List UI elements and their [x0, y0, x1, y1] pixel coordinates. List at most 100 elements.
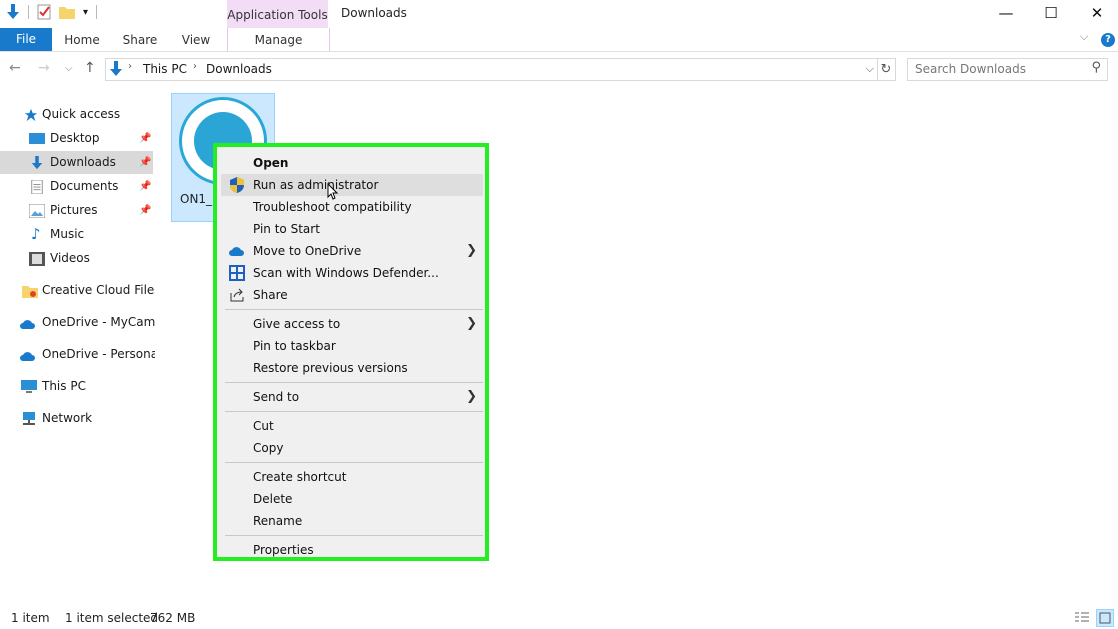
- tab-file[interactable]: File: [0, 28, 52, 51]
- sidebar-item-desktop[interactable]: Desktop 📌: [0, 127, 155, 150]
- large-icons-view-icon[interactable]: [1096, 609, 1114, 627]
- download-arrow-icon[interactable]: [6, 4, 20, 20]
- menu-item-pin-to-start[interactable]: Pin to Start: [221, 218, 483, 240]
- expand-ribbon-icon[interactable]: ⌵: [1080, 30, 1088, 44]
- up-arrow-icon[interactable]: ↑: [84, 60, 96, 76]
- menu-item-delete[interactable]: Delete: [221, 488, 483, 510]
- menu-item-troubleshoot[interactable]: Troubleshoot compatibility: [221, 196, 483, 218]
- defender-icon: [229, 265, 245, 281]
- desktop-icon: [29, 133, 45, 144]
- tab-home[interactable]: Home: [60, 28, 104, 51]
- menu-item-run-as-administrator[interactable]: Run as administrator: [221, 174, 483, 200]
- search-icon[interactable]: ⚲: [1091, 60, 1101, 75]
- menu-item-restore-versions[interactable]: Restore previous versions: [221, 357, 483, 379]
- menu-item-copy[interactable]: Copy: [221, 437, 483, 459]
- sidebar-item-music[interactable]: ♪ Music: [0, 223, 155, 246]
- recent-locations-icon[interactable]: ⌵: [65, 63, 73, 74]
- onedrive-icon: [20, 320, 35, 329]
- sidebar-item-network[interactable]: Network: [0, 407, 155, 430]
- sidebar-item-downloads[interactable]: Downloads 📌: [0, 151, 153, 174]
- selection-count: 1 item selected: [65, 611, 159, 625]
- window-title: Downloads: [341, 6, 407, 20]
- search-input[interactable]: Search Downloads ⚲: [907, 58, 1108, 81]
- breadcrumb-this-pc[interactable]: This PC: [143, 62, 187, 76]
- file-name[interactable]: ON1_: [180, 192, 212, 206]
- menu-item-label: Pin to taskbar: [253, 339, 336, 353]
- item-count: 1 item: [11, 611, 50, 625]
- tab-share[interactable]: Share: [118, 28, 162, 51]
- menu-separator: [225, 411, 483, 412]
- sidebar-item-videos[interactable]: Videos: [0, 247, 155, 270]
- sidebar-item-label: Quick access: [42, 107, 121, 121]
- menu-item-rename[interactable]: Rename: [221, 510, 483, 532]
- toolbar-divider: [96, 5, 98, 19]
- sidebar-item-label: Videos: [50, 251, 90, 265]
- address-dropdown-icon[interactable]: ⌵: [866, 62, 874, 76]
- downloads-location-icon: [110, 61, 122, 76]
- menu-item-properties[interactable]: Properties: [221, 539, 483, 561]
- close-button[interactable]: ✕: [1087, 4, 1107, 24]
- new-folder-icon[interactable]: [59, 5, 75, 19]
- back-arrow-icon[interactable]: ←: [9, 60, 21, 76]
- menu-item-create-shortcut[interactable]: Create shortcut: [221, 466, 483, 488]
- tab-view[interactable]: View: [176, 28, 216, 51]
- pin-icon[interactable]: 📌: [139, 127, 151, 150]
- sidebar-item-onedrive-personal[interactable]: OneDrive - Personal: [0, 343, 155, 366]
- refresh-icon[interactable]: ↻: [877, 58, 896, 81]
- maximize-button[interactable]: ☐: [1041, 4, 1061, 24]
- sidebar-item-this-pc[interactable]: This PC: [0, 375, 155, 398]
- sidebar-item-quick-access[interactable]: Quick access: [0, 103, 155, 126]
- search-placeholder: Search Downloads: [915, 62, 1026, 76]
- menu-item-move-to-onedrive[interactable]: Move to OneDrive ❯: [221, 240, 483, 262]
- menu-item-give-access[interactable]: Give access to ❯: [221, 313, 483, 335]
- tab-manage[interactable]: Manage: [227, 28, 330, 51]
- menu-item-pin-to-taskbar[interactable]: Pin to taskbar: [221, 335, 483, 357]
- shield-icon: [230, 177, 244, 193]
- menu-item-label: Troubleshoot compatibility: [253, 200, 412, 214]
- address-bar[interactable]: › This PC › Downloads ⌵: [105, 58, 878, 81]
- sidebar-item-label: Pictures: [50, 203, 98, 217]
- pin-icon[interactable]: 📌: [139, 175, 151, 198]
- menu-item-cut[interactable]: Cut: [221, 415, 483, 437]
- onedrive-icon: [20, 352, 35, 361]
- sidebar-item-documents[interactable]: Documents 📌: [0, 175, 155, 198]
- menu-item-label: Rename: [253, 514, 303, 528]
- menu-separator: [225, 462, 483, 463]
- customize-toolbar-icon[interactable]: ▾: [83, 7, 88, 18]
- help-icon[interactable]: ?: [1101, 33, 1115, 47]
- title-bar: [0, 0, 1118, 28]
- pin-icon[interactable]: 📌: [139, 151, 151, 174]
- details-view-icon[interactable]: [1074, 611, 1090, 625]
- sidebar-item-creative-cloud[interactable]: Creative Cloud Files: [0, 279, 155, 302]
- context-menu: Open Run as administrator Troubleshoot c…: [213, 143, 489, 561]
- sidebar-item-label: This PC: [42, 379, 86, 393]
- navigation-pane: Quick access Desktop 📌 Downloads 📌 Docum…: [0, 90, 155, 600]
- documents-icon: [31, 180, 43, 194]
- menu-item-label: Delete: [253, 492, 293, 506]
- computer-icon: [21, 380, 37, 393]
- menu-item-label: Copy: [253, 441, 284, 455]
- menu-separator: [225, 382, 483, 383]
- sidebar-item-onedrive-campus[interactable]: OneDrive - MyCampus: [0, 311, 155, 334]
- menu-item-label: Pin to Start: [253, 222, 320, 236]
- menu-item-share[interactable]: Share: [221, 284, 483, 306]
- breadcrumb-downloads[interactable]: Downloads: [206, 62, 272, 76]
- breadcrumb-separator-icon[interactable]: ›: [128, 61, 132, 72]
- menu-item-send-to[interactable]: Send to ❯: [221, 386, 483, 408]
- pictures-icon: [29, 204, 45, 218]
- menu-item-label: Scan with Windows Defender...: [253, 266, 439, 280]
- properties-icon[interactable]: [37, 4, 51, 20]
- sidebar-item-label: OneDrive - MyCampus: [42, 315, 155, 329]
- menu-item-label: Move to OneDrive: [253, 244, 362, 258]
- contextual-tab-group-label: Application Tools: [227, 8, 328, 22]
- sidebar-item-pictures[interactable]: Pictures 📌: [0, 199, 155, 222]
- forward-arrow-icon[interactable]: →: [38, 60, 50, 76]
- quick-access-toolbar: ▾: [6, 4, 98, 20]
- menu-item-scan-defender[interactable]: Scan with Windows Defender...: [221, 262, 483, 284]
- sidebar-item-label: Downloads: [50, 155, 116, 169]
- menu-item-label: Send to: [253, 390, 300, 404]
- minimize-button[interactable]: —: [996, 4, 1016, 24]
- menu-item-open[interactable]: Open: [221, 152, 483, 174]
- pin-icon[interactable]: 📌: [139, 199, 151, 222]
- breadcrumb-separator-icon[interactable]: ›: [193, 61, 197, 72]
